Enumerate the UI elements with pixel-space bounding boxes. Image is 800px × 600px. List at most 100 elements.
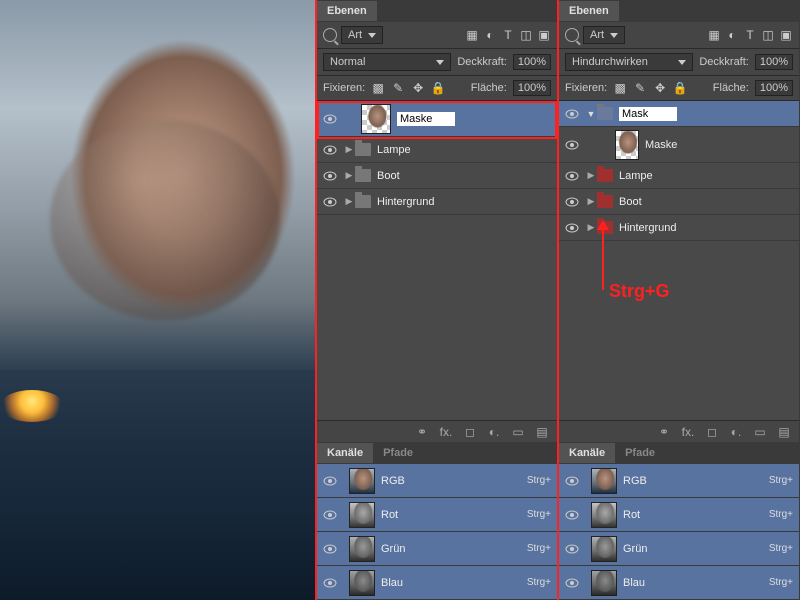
opacity-value[interactable]: 100% <box>513 54 551 70</box>
tab-pfade[interactable]: Pfade <box>615 443 665 463</box>
lock-pixels-icon[interactable]: ✎ <box>391 81 405 95</box>
channel-rot[interactable]: RotStrg+ <box>559 498 799 532</box>
fx-icon[interactable]: fx. <box>439 425 453 439</box>
opacity-value[interactable]: 100% <box>755 54 793 70</box>
new-layer-icon[interactable]: ▤ <box>535 425 549 439</box>
visibility-toggle[interactable] <box>317 510 343 520</box>
smart-filter-icon[interactable]: ▣ <box>537 28 551 42</box>
adjustment-icon[interactable]: ◐. <box>487 425 501 439</box>
folder-open-icon <box>597 107 613 120</box>
filter-type-dropdown[interactable]: Art <box>583 26 625 44</box>
folder-icon <box>355 169 371 182</box>
tab-ebenen[interactable]: Ebenen <box>559 1 619 21</box>
lock-all-icon[interactable]: 🔒 <box>431 81 445 95</box>
tab-kanaele[interactable]: Kanäle <box>317 443 373 463</box>
layer-hintergrund[interactable]: ▶ Hintergrund <box>559 215 799 241</box>
layer-boot[interactable]: ▶ Boot <box>317 163 557 189</box>
expand-icon[interactable]: ▶ <box>343 170 355 181</box>
fx-icon[interactable]: fx. <box>681 425 695 439</box>
visibility-toggle[interactable] <box>559 171 585 181</box>
channel-blau[interactable]: BlauStrg+ <box>317 566 557 600</box>
visibility-toggle[interactable] <box>559 140 585 150</box>
lock-position-icon[interactable]: ✥ <box>653 81 667 95</box>
visibility-toggle[interactable] <box>559 223 585 233</box>
layer-lampe[interactable]: ▶ Lampe <box>559 163 799 189</box>
channel-gruen[interactable]: GrünStrg+ <box>559 532 799 566</box>
visibility-toggle[interactable] <box>317 114 343 124</box>
group-name-input[interactable]: Mask <box>619 107 677 121</box>
tab-kanaele[interactable]: Kanäle <box>559 443 615 463</box>
search-icon[interactable] <box>565 28 579 42</box>
adjustment-filter-icon[interactable]: ◐ <box>725 28 739 42</box>
channel-rot[interactable]: RotStrg+ <box>317 498 557 532</box>
channel-thumbnail <box>349 502 375 528</box>
visibility-toggle[interactable] <box>317 171 343 181</box>
visibility-toggle[interactable] <box>559 510 585 520</box>
smart-filter-icon[interactable]: ▣ <box>779 28 793 42</box>
visibility-toggle[interactable] <box>317 197 343 207</box>
type-filter-icon[interactable]: T <box>501 28 515 42</box>
pixel-filter-icon[interactable]: ▦ <box>707 28 721 42</box>
channel-blau[interactable]: BlauStrg+ <box>559 566 799 600</box>
arrow-annotation <box>602 228 604 290</box>
lock-all-icon[interactable]: 🔒 <box>673 81 687 95</box>
channel-thumbnail <box>591 536 617 562</box>
filter-type-dropdown[interactable]: Art <box>341 26 383 44</box>
layer-thumbnail[interactable] <box>615 130 639 160</box>
shape-filter-icon[interactable]: ◫ <box>761 28 775 42</box>
visibility-toggle[interactable] <box>559 578 585 588</box>
lock-position-icon[interactable]: ✥ <box>411 81 425 95</box>
new-layer-icon[interactable]: ▤ <box>777 425 791 439</box>
visibility-toggle[interactable] <box>317 145 343 155</box>
visibility-toggle[interactable] <box>317 476 343 486</box>
layer-maske[interactable]: Maske <box>317 101 557 137</box>
pixel-filter-icon[interactable]: ▦ <box>465 28 479 42</box>
search-icon[interactable] <box>323 28 337 42</box>
type-filter-icon[interactable]: T <box>743 28 757 42</box>
lock-transparent-icon[interactable]: ▩ <box>613 81 627 95</box>
fill-value[interactable]: 100% <box>513 80 551 96</box>
link-icon[interactable]: ⚭ <box>657 425 671 439</box>
channel-shortcut: Strg+ <box>517 543 557 554</box>
mask-icon[interactable]: ◻ <box>705 425 719 439</box>
lock-pixels-icon[interactable]: ✎ <box>633 81 647 95</box>
fill-value[interactable]: 100% <box>755 80 793 96</box>
adjustment-filter-icon[interactable]: ◐ <box>483 28 497 42</box>
layer-name-input[interactable]: Maske <box>397 112 455 126</box>
expand-icon[interactable]: ▶ <box>343 196 355 207</box>
blend-mode-dropdown[interactable]: Hindurchwirken <box>565 53 693 71</box>
layer-maske-child[interactable]: Maske <box>559 127 799 163</box>
visibility-toggle[interactable] <box>559 544 585 554</box>
lock-fill-row: Fixieren: ▩ ✎ ✥ 🔒 Fläche: 100% <box>559 76 799 101</box>
link-icon[interactable]: ⚭ <box>415 425 429 439</box>
expand-icon[interactable]: ▶ <box>585 196 597 207</box>
layer-group-mask[interactable]: ▼ Mask <box>559 101 799 127</box>
expand-icon[interactable]: ▶ <box>343 144 355 155</box>
group-icon[interactable]: ▭ <box>511 425 525 439</box>
shape-filter-icon[interactable]: ◫ <box>519 28 533 42</box>
channel-rgb[interactable]: RGBStrg+ <box>559 464 799 498</box>
visibility-toggle[interactable] <box>317 544 343 554</box>
layer-hintergrund[interactable]: ▶ Hintergrund <box>317 189 557 215</box>
visibility-toggle[interactable] <box>317 578 343 588</box>
adjustment-icon[interactable]: ◐. <box>729 425 743 439</box>
mask-icon[interactable]: ◻ <box>463 425 477 439</box>
expand-icon[interactable]: ▶ <box>585 170 597 181</box>
collapse-icon[interactable]: ▼ <box>585 109 597 119</box>
tab-ebenen[interactable]: Ebenen <box>317 1 377 21</box>
visibility-toggle[interactable] <box>559 109 585 119</box>
layer-thumbnail[interactable] <box>361 104 391 134</box>
channel-name: RGB <box>623 475 647 487</box>
visibility-toggle[interactable] <box>559 197 585 207</box>
channel-gruen[interactable]: GrünStrg+ <box>317 532 557 566</box>
layer-filter-bar: Art ▦ ◐ T ◫ ▣ <box>559 22 799 49</box>
visibility-toggle[interactable] <box>559 476 585 486</box>
lock-transparent-icon[interactable]: ▩ <box>371 81 385 95</box>
layer-lampe[interactable]: ▶ Lampe <box>317 137 557 163</box>
group-icon[interactable]: ▭ <box>753 425 767 439</box>
blend-mode-dropdown[interactable]: Normal <box>323 53 451 71</box>
tab-pfade[interactable]: Pfade <box>373 443 423 463</box>
channel-rgb[interactable]: RGBStrg+ <box>317 464 557 498</box>
layer-boot[interactable]: ▶ Boot <box>559 189 799 215</box>
expand-icon[interactable]: ▶ <box>585 222 597 233</box>
